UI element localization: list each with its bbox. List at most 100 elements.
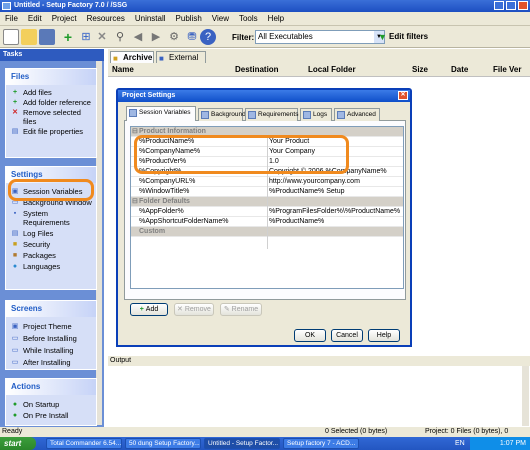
action-icon: ● bbox=[12, 412, 18, 419]
tab-advanced[interactable]: Advanced bbox=[334, 108, 380, 121]
tab-background-label: Background bbox=[211, 111, 246, 118]
column-name[interactable]: Name bbox=[112, 65, 134, 74]
before-installing-link[interactable]: ▭ Before Installing bbox=[6, 334, 96, 343]
while-installing-label: While Installing bbox=[23, 346, 74, 355]
new-project-icon[interactable] bbox=[3, 29, 19, 45]
variable-value[interactable]: %ProgramFilesFolder%\%ProductName% bbox=[269, 207, 400, 217]
menu-view[interactable]: View bbox=[207, 12, 234, 26]
column-destination[interactable]: Destination bbox=[235, 65, 279, 74]
publish-icon[interactable]: ⛃ bbox=[184, 29, 200, 45]
column-local-folder[interactable]: Local Folder bbox=[308, 65, 356, 74]
languages-link[interactable]: ● Languages bbox=[6, 262, 96, 271]
taskbar-item[interactable]: Untitled - Setup Factor... bbox=[204, 438, 280, 449]
packages-link[interactable]: ■ Packages bbox=[6, 251, 96, 260]
edit-file-properties-link[interactable]: ▤ Edit file properties bbox=[6, 127, 96, 136]
tab-archive[interactable]: ■ Archive bbox=[110, 51, 154, 63]
while-installing-link[interactable]: ▭ While Installing bbox=[6, 346, 96, 355]
variable-value[interactable]: http://www.yourcompany.com bbox=[269, 177, 360, 187]
tab-logs-label: Logs bbox=[313, 111, 328, 118]
system-tray: 1:07 PM bbox=[470, 437, 530, 450]
remove-button[interactable]: ✕ Remove bbox=[174, 303, 214, 316]
help-button[interactable]: Help bbox=[368, 329, 400, 342]
cancel-button[interactable]: Cancel bbox=[331, 329, 363, 342]
tab-logs[interactable]: Logs bbox=[300, 108, 332, 121]
open-folder-icon[interactable] bbox=[21, 29, 37, 45]
output-pane bbox=[108, 356, 530, 426]
highlight-product-variables bbox=[134, 135, 349, 174]
add-folder-reference-link[interactable]: + Add folder reference bbox=[6, 98, 96, 107]
column-file-ver[interactable]: File Ver bbox=[493, 65, 521, 74]
tab-session-variables[interactable]: Session Variables bbox=[126, 106, 196, 121]
menu-file[interactable]: File bbox=[0, 12, 23, 26]
actions-panel: Actions ● On Startup ● On Pre Install bbox=[5, 378, 97, 426]
menu-resources[interactable]: Resources bbox=[82, 12, 130, 26]
next-icon[interactable]: ▶ bbox=[148, 29, 164, 45]
security-link[interactable]: ■ Security bbox=[6, 240, 96, 249]
system-requirements-link[interactable]: ▪ System Requirements bbox=[6, 209, 96, 227]
help-icon[interactable]: ? bbox=[200, 29, 216, 45]
menu-help[interactable]: Help bbox=[263, 12, 289, 26]
variable-value[interactable]: %ProductName% bbox=[269, 217, 324, 227]
column-date[interactable]: Date bbox=[451, 65, 468, 74]
category-label: Folder Defaults bbox=[139, 198, 190, 205]
tab-background[interactable]: Background bbox=[198, 108, 246, 121]
on-pre-install-link[interactable]: ● On Pre Install bbox=[6, 411, 96, 420]
taskbar-item[interactable]: 50 dung Setup Factory... bbox=[125, 438, 201, 449]
tree-icon[interactable]: ⊞ bbox=[78, 29, 94, 45]
column-size[interactable]: Size bbox=[412, 65, 428, 74]
files-panel-title: Files bbox=[6, 69, 96, 85]
remove-selected-files-link[interactable]: ✕ Remove selected files bbox=[6, 108, 96, 126]
settings-icon[interactable]: ⚙ bbox=[166, 29, 182, 45]
output-scrollbar[interactable] bbox=[522, 366, 529, 426]
maximize-button[interactable] bbox=[506, 1, 516, 10]
previous-icon[interactable]: ◀ bbox=[130, 29, 146, 45]
taskbar-item[interactable]: Total Commander 6.54... bbox=[46, 438, 122, 449]
window-icon bbox=[201, 111, 209, 119]
delete-icon[interactable]: ✕ bbox=[94, 29, 110, 45]
save-icon[interactable] bbox=[39, 29, 55, 45]
tab-external[interactable]: ■ External bbox=[156, 51, 206, 63]
close-button[interactable] bbox=[518, 1, 528, 10]
screen-icon: ▭ bbox=[11, 335, 19, 342]
filter-select[interactable]: All Executables ▼ bbox=[255, 30, 385, 44]
status-selected: 0 Selected (0 bytes) bbox=[325, 428, 388, 435]
close-icon[interactable]: ✕ bbox=[398, 91, 408, 100]
log-files-link[interactable]: ▤ Log Files bbox=[6, 229, 96, 238]
add-files-link[interactable]: + Add files bbox=[6, 88, 96, 97]
taskbar-item[interactable]: Setup factory 7 - ACD... bbox=[283, 438, 359, 449]
after-installing-link[interactable]: ▭ After Installing bbox=[6, 358, 96, 367]
on-pre-install-label: On Pre Install bbox=[23, 411, 69, 420]
rename-button[interactable]: ✎ Rename bbox=[220, 303, 262, 316]
on-startup-link[interactable]: ● On Startup bbox=[6, 400, 96, 409]
menu-edit[interactable]: Edit bbox=[23, 12, 47, 26]
project-theme-link[interactable]: ▣ Project Theme bbox=[6, 322, 96, 331]
tab-advanced-label: Advanced bbox=[347, 111, 376, 118]
menu-project[interactable]: Project bbox=[47, 12, 82, 26]
status-ready: Ready bbox=[2, 428, 23, 435]
tab-requirements[interactable]: Requirements bbox=[245, 108, 298, 121]
add-icon: + bbox=[12, 99, 18, 106]
start-button[interactable]: start bbox=[0, 437, 36, 450]
packages-label: Packages bbox=[23, 251, 56, 260]
add-button[interactable]: + Add bbox=[130, 303, 168, 316]
languages-label: Languages bbox=[23, 262, 61, 271]
menu-uninstall[interactable]: Uninstall bbox=[130, 12, 171, 26]
variable-name: %WindowTitle% bbox=[139, 188, 190, 195]
tab-session-variables-label: Session Variables bbox=[139, 109, 191, 116]
variable-value[interactable]: %ProductName% Setup bbox=[269, 187, 344, 197]
remove-selected-files-label: Remove selected files bbox=[23, 108, 81, 126]
add-icon[interactable]: + bbox=[60, 29, 76, 45]
language-indicator[interactable]: EN bbox=[455, 438, 465, 449]
ok-button[interactable]: OK bbox=[294, 329, 326, 342]
search-icon[interactable]: ⚲ bbox=[112, 29, 128, 45]
dialog-title: Project Settings bbox=[122, 92, 176, 99]
minimize-button[interactable] bbox=[494, 1, 504, 10]
menu-publish[interactable]: Publish bbox=[171, 12, 207, 26]
toolbar: + ⊞ ✕ ⚲ ◀ ▶ ⚙ ⛃ ? Filter: All Executable… bbox=[0, 26, 530, 48]
screens-panel: Screens ▣ Project Theme ▭ Before Installin… bbox=[5, 300, 97, 370]
edit-filters-button[interactable]: Edit filters bbox=[389, 32, 428, 41]
globe-icon: ● bbox=[12, 263, 18, 270]
computer-icon: ▪ bbox=[13, 210, 17, 217]
collapse-icon[interactable]: ⊟ bbox=[132, 197, 138, 207]
menu-tools[interactable]: Tools bbox=[234, 12, 263, 26]
